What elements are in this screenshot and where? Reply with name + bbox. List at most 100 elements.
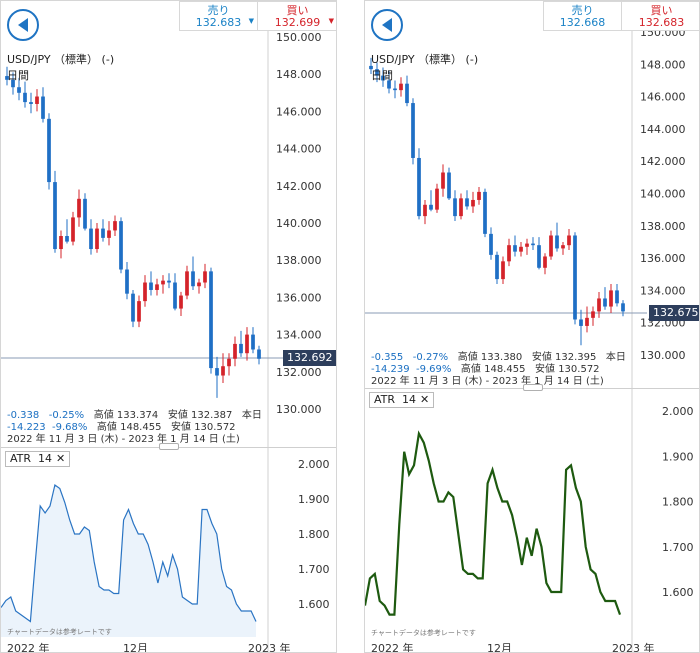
timeframe-label[interactable]: 日間 xyxy=(7,67,29,83)
candle-body xyxy=(101,228,105,238)
candle-body xyxy=(567,235,571,246)
candle-body xyxy=(399,83,403,91)
current-price-tag: 132.675 xyxy=(649,305,699,321)
candle-body xyxy=(405,83,409,104)
candle-body xyxy=(83,198,87,229)
candle-body xyxy=(423,204,427,217)
indicator-name: ATR xyxy=(374,393,396,406)
pane-resize-handle[interactable] xyxy=(523,384,543,391)
x-axis-label: 2023 年 xyxy=(248,642,291,653)
candle-body xyxy=(477,191,481,200)
candle-body xyxy=(203,271,207,283)
candle-body xyxy=(579,319,583,326)
chart-canvas[interactable]: 150.000148.000146.000144.000142.000140.0… xyxy=(365,1,700,653)
period-high-label: 高値 xyxy=(96,422,117,433)
chart-panel-right: 150.000 148.000 146.000 144.000 142.000 140.0… xyxy=(364,0,700,653)
price-tick-label: 150.000 xyxy=(276,31,322,44)
high-value: 133.380 xyxy=(480,352,523,363)
candle-body xyxy=(113,221,117,231)
candle-body xyxy=(17,87,21,93)
candle-body xyxy=(257,349,261,359)
candle-body xyxy=(501,261,505,280)
candle-body xyxy=(41,96,45,119)
down-triangle-icon: ▼ xyxy=(328,17,334,25)
x-axis-label: 2022 年 xyxy=(371,642,414,653)
candle-body xyxy=(543,256,547,268)
candle-body xyxy=(435,188,439,210)
candle-body xyxy=(209,271,213,369)
candle-body xyxy=(417,157,421,217)
candle-body xyxy=(131,293,135,322)
buy-price: 132.683 xyxy=(638,16,685,29)
sell-quote-button[interactable]: 売り 132.668 xyxy=(543,1,622,31)
close-icon[interactable]: ✕ xyxy=(56,452,65,465)
price-tick-label: 146.000 xyxy=(640,91,686,104)
indicator-label[interactable]: ATR 14 ✕ xyxy=(5,451,71,467)
candle-body xyxy=(513,245,517,252)
buy-price: 132.699 xyxy=(274,16,321,29)
price-tick-label: 140.000 xyxy=(640,188,686,201)
atr-tick-label: 1.900 xyxy=(298,493,330,506)
atr-tick-label: 2.000 xyxy=(298,458,330,471)
down-triangle-icon: ▼ xyxy=(248,17,254,25)
candle-body xyxy=(447,172,451,199)
candle-body xyxy=(591,311,595,318)
atr-tick-label: 1.700 xyxy=(662,541,694,554)
indicator-name: ATR xyxy=(10,452,32,465)
price-tick-label: 130.000 xyxy=(276,403,322,416)
date-range: 2022 年 11 月 3 日 (木) - 2023 年 1 月 14 日 (土… xyxy=(7,434,240,445)
candle-body xyxy=(483,191,487,234)
chart-canvas[interactable]: 150.000148.000146.000144.000142.000140.0… xyxy=(1,1,337,653)
low-value: 132.395 xyxy=(555,352,597,363)
candle-body xyxy=(125,269,129,294)
candle-body xyxy=(251,334,255,350)
close-icon[interactable]: ✕ xyxy=(420,393,429,406)
high-value: 133.374 xyxy=(116,410,159,421)
atr-area xyxy=(1,485,256,637)
price-tick-label: 138.000 xyxy=(276,254,322,267)
back-arrow-icon[interactable] xyxy=(371,9,403,41)
atr-tick-label: 1.800 xyxy=(662,496,694,509)
back-arrow-icon[interactable] xyxy=(7,9,39,41)
candle-body xyxy=(453,198,457,217)
candle-body xyxy=(615,290,619,304)
price-tick-label: 132.000 xyxy=(276,366,322,379)
price-tick-label: 144.000 xyxy=(276,143,322,156)
stats-block: -0.338 -0.25% 高値 133.374 安値 132.387 本日 -… xyxy=(7,410,262,446)
candle-body xyxy=(519,246,523,252)
candle-body xyxy=(531,243,535,246)
sell-quote-button[interactable]: 売り 132.683 ▼ xyxy=(179,1,258,31)
stats-block: -0.355 -0.27% 高値 133.380 安値 132.395 本日 -… xyxy=(371,352,626,388)
candle-body xyxy=(143,282,147,302)
price-tick-label: 138.000 xyxy=(640,220,686,233)
candle-body xyxy=(167,280,171,283)
candle-body xyxy=(215,368,219,376)
indicator-label[interactable]: ATR 14 ✕ xyxy=(369,392,435,408)
pane-resize-handle[interactable] xyxy=(159,443,179,450)
change-percent: -0.27% xyxy=(412,352,449,363)
low-value: 132.387 xyxy=(191,410,233,421)
candle-body xyxy=(197,282,201,287)
candle-body xyxy=(179,295,183,309)
candle-body xyxy=(155,284,159,290)
period-high-value: 148.455 xyxy=(120,422,162,433)
chart-panel-left: 150.000 148.000 146.000 144.000 142.000 140.0… xyxy=(0,0,337,653)
candle-body xyxy=(95,228,99,250)
candle-body xyxy=(465,198,469,207)
buy-quote-button[interactable]: 買い 132.699 ▼ xyxy=(257,1,336,31)
price-tick-label: 148.000 xyxy=(640,58,686,71)
period-change: -14.223 xyxy=(7,422,46,433)
candle-body xyxy=(441,172,445,189)
buy-quote-button[interactable]: 買い 132.683 xyxy=(621,1,699,31)
x-axis-label: 2022 年 xyxy=(7,642,50,653)
timeframe-label[interactable]: 日間 xyxy=(371,67,393,83)
candle-body xyxy=(507,245,511,262)
currency-pair-label: USD/JPY （標準） (-) xyxy=(371,53,479,66)
candle-body xyxy=(89,228,93,250)
candle-body xyxy=(107,230,111,238)
price-tick-label: 142.000 xyxy=(276,180,322,193)
atr-line xyxy=(365,430,622,616)
candle-body xyxy=(59,236,63,250)
price-tick-label: 148.000 xyxy=(276,68,322,81)
period-percent: -9.69% xyxy=(415,364,452,375)
